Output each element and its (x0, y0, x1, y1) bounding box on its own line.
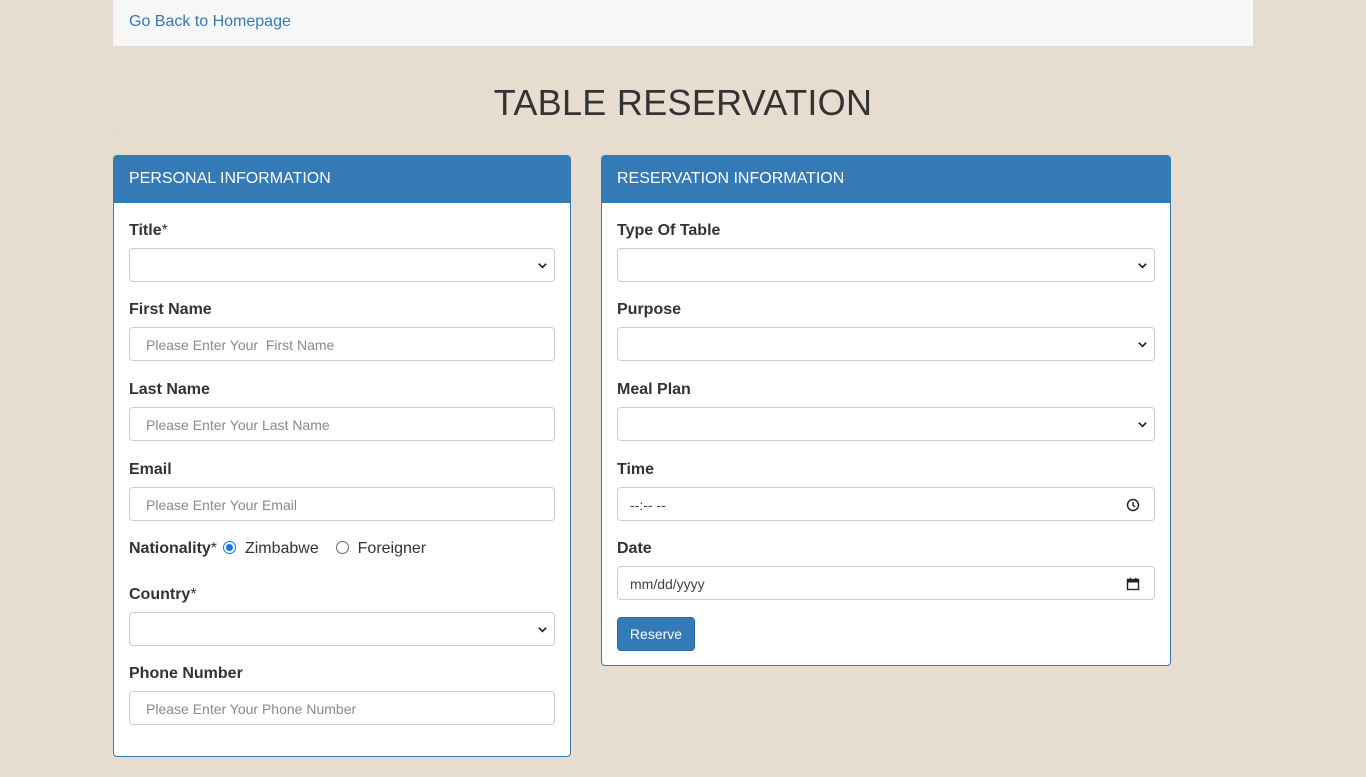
top-nav-bar: Go Back to Homepage (113, 0, 1253, 46)
email-label: Email (129, 461, 172, 478)
phone-number-field: Phone Number Please Enter Your Phone Num… (129, 665, 555, 725)
table-type-label: Type Of Table (617, 222, 721, 239)
last-name-field: Last Name Please Enter Your Last Name (129, 381, 555, 441)
nationality-field: Nationality* Zimbabwe Foreigner (129, 540, 555, 562)
table-type-select[interactable] (617, 248, 1155, 282)
date-field: Date mm/dd/yyyy (617, 540, 1155, 600)
calendar-icon[interactable] (1126, 577, 1140, 591)
nationality-radio-group: Nationality* Zimbabwe Foreigner (129, 540, 426, 560)
country-field: Country* (129, 586, 555, 646)
table-type-field: Type Of Table (617, 222, 1155, 282)
phone-number-input[interactable]: Please Enter Your Phone Number (129, 691, 555, 725)
country-label: Country* (129, 586, 197, 603)
personal-information-heading: PERSONAL INFORMATION (114, 156, 570, 203)
meal-plan-select[interactable] (617, 407, 1155, 441)
nationality-zimbabwe-label[interactable]: Zimbabwe (245, 540, 319, 557)
date-input[interactable]: mm/dd/yyyy (617, 566, 1155, 600)
nationality-foreigner-label[interactable]: Foreigner (358, 540, 426, 557)
chevron-down-icon (1138, 263, 1147, 269)
personal-information-panel: PERSONAL INFORMATION Title* First Name P… (113, 155, 571, 757)
date-placeholder: mm/dd/yyyy (630, 576, 705, 592)
first-name-field: First Name Please Enter Your First Name (129, 301, 555, 361)
reservation-information-panel: RESERVATION INFORMATION Type Of Table Pu… (601, 155, 1171, 666)
title-label: Title* (129, 222, 168, 239)
country-select[interactable] (129, 612, 555, 646)
chevron-down-icon (538, 263, 547, 269)
time-input[interactable]: --:-- -- (617, 487, 1155, 521)
email-field: Email Please Enter Your Email (129, 461, 555, 521)
required-mark: * (161, 222, 168, 239)
chevron-down-icon (1138, 422, 1147, 428)
title-select[interactable] (129, 248, 555, 282)
purpose-field: Purpose (617, 301, 1155, 361)
phone-number-placeholder: Please Enter Your Phone Number (146, 701, 357, 717)
time-placeholder: --:-- -- (630, 497, 666, 513)
last-name-placeholder: Please Enter Your Last Name (146, 417, 330, 433)
nationality-zimbabwe-radio[interactable] (223, 541, 237, 554)
title-divider (113, 134, 1253, 135)
first-name-label: First Name (129, 301, 212, 318)
email-placeholder: Please Enter Your Email (146, 497, 297, 513)
purpose-label: Purpose (617, 301, 682, 318)
time-label: Time (617, 461, 655, 478)
required-mark: * (190, 586, 197, 603)
meal-plan-label: Meal Plan (617, 381, 691, 398)
date-label: Date (617, 540, 652, 557)
chevron-down-icon (538, 627, 547, 633)
purpose-select[interactable] (617, 327, 1155, 361)
clock-icon[interactable] (1126, 498, 1140, 512)
required-mark: * (210, 540, 218, 557)
chevron-down-icon (1138, 342, 1147, 348)
reserve-button[interactable]: Reserve (617, 617, 695, 651)
time-field: Time --:-- -- (617, 461, 1155, 521)
email-input[interactable]: Please Enter Your Email (129, 487, 555, 521)
nationality-label: Nationality* (129, 540, 218, 557)
title-field: Title* (129, 222, 555, 282)
page-title: TABLE RESERVATION (493, 82, 873, 123)
first-name-placeholder: Please Enter Your First Name (146, 337, 335, 353)
last-name-label: Last Name (129, 381, 210, 398)
meal-plan-field: Meal Plan (617, 381, 1155, 441)
reservation-information-heading: RESERVATION INFORMATION (602, 156, 1170, 203)
phone-number-label: Phone Number (129, 665, 243, 682)
last-name-input[interactable]: Please Enter Your Last Name (129, 407, 555, 441)
nationality-foreigner-radio[interactable] (336, 541, 350, 554)
first-name-input[interactable]: Please Enter Your First Name (129, 327, 555, 361)
back-to-homepage-link[interactable]: Go Back to Homepage (129, 13, 291, 31)
